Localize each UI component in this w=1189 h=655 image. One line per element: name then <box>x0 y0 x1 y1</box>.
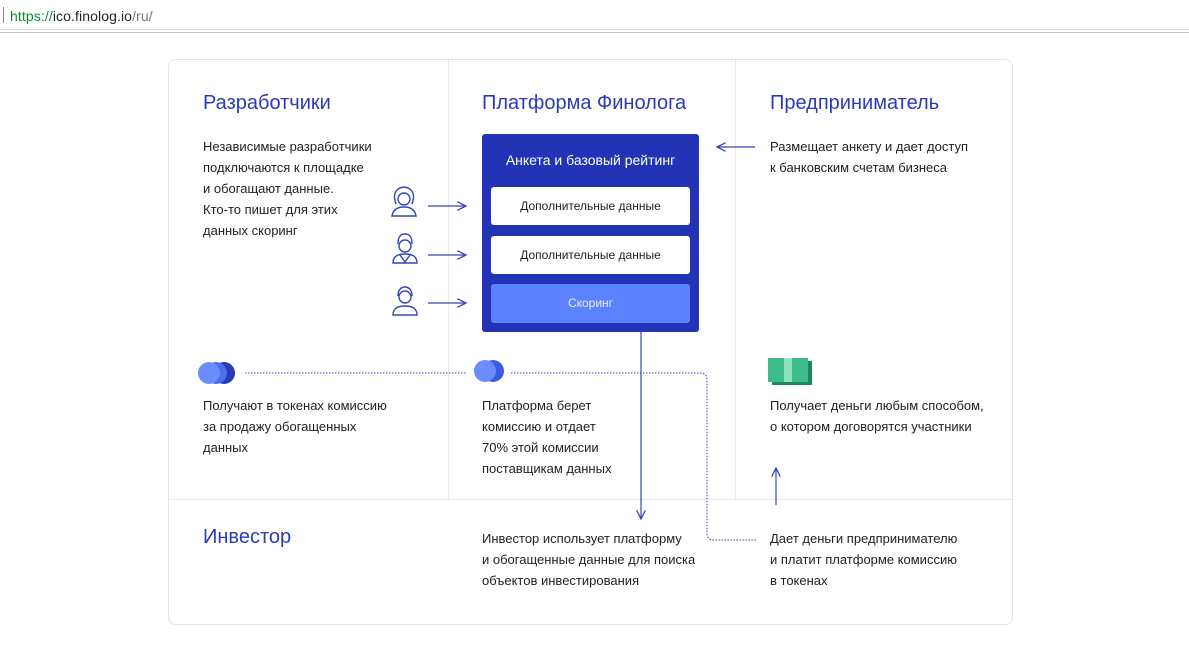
man-avatar-icon <box>392 286 418 316</box>
dotted-connector <box>511 372 757 541</box>
man-avatar-icon <box>392 233 418 264</box>
woman-avatar-icon <box>391 186 417 217</box>
tokens-icon <box>198 362 235 384</box>
diagram-graphics <box>198 0 812 541</box>
tokens-icon <box>474 360 504 382</box>
money-icon <box>768 358 812 385</box>
